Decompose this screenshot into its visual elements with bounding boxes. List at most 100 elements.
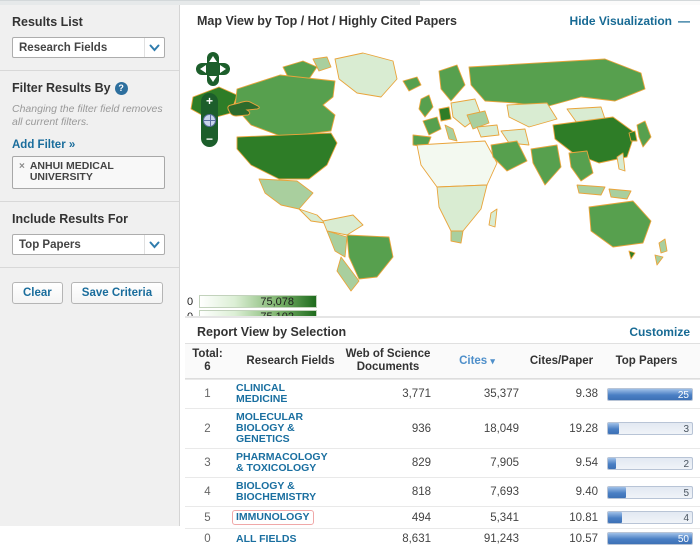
col-cites-sort[interactable]: Cites ▾	[435, 355, 525, 368]
map-pan-compass[interactable]	[195, 51, 231, 87]
row-cites-per-paper: 19.28	[569, 422, 598, 435]
row-cites-per-paper: 9.54	[575, 457, 598, 469]
row-cites: 18,049	[483, 422, 519, 435]
save-criteria-button[interactable]: Save Criteria	[70, 282, 164, 304]
row-cites: 35,377	[483, 388, 519, 400]
cites-sort-link[interactable]: Cites	[459, 355, 487, 367]
row-cites: 91,243	[483, 532, 519, 545]
filter-by-section: Filter Results By? Changing the filter f…	[0, 71, 179, 201]
top-papers-bar: 50	[607, 532, 693, 545]
legend-gradient-bar: 75,078	[199, 295, 317, 308]
include-results-value: Top Papers	[19, 238, 81, 251]
row-cites: 5,341	[490, 511, 519, 524]
field-link[interactable]: ALL FIELDS	[236, 533, 296, 545]
legend-row: 0 75,078	[187, 294, 337, 309]
report-view-title: Report View by Selection	[197, 324, 347, 339]
top-papers-bar-fill	[608, 486, 626, 498]
legend-gradient-bar: 75,102	[199, 310, 317, 316]
top-papers-value: 5	[683, 487, 689, 499]
hide-visualization-label: Hide Visualization	[569, 14, 672, 28]
row-docs: 494	[411, 511, 431, 524]
remove-filter-icon[interactable]: ×	[19, 161, 25, 172]
total-value: 6	[204, 361, 211, 373]
row-cites-per-paper: 9.40	[575, 486, 598, 498]
legend-min-label: 0	[187, 311, 197, 317]
top-papers-bar-fill	[608, 512, 623, 523]
help-icon[interactable]: ?	[114, 81, 128, 95]
row-rank: 1	[204, 388, 211, 400]
col-wos-documents: Web of Science Documents	[345, 348, 431, 373]
table-row: 2 MOLECULAR BIOLOGY & GENETICS 936 18,04…	[185, 408, 700, 448]
row-docs: 3,771	[402, 388, 431, 400]
filter-by-heading-text: Filter Results By	[12, 81, 111, 95]
row-rank: 4	[204, 486, 211, 498]
col-research-fields: Research Fields	[246, 354, 335, 367]
table-row: 5 IMMUNOLOGY 494 5,341 10.81 4	[185, 506, 700, 528]
table-header-row: Total: 6 Research Fields Web of Science …	[185, 343, 700, 379]
active-filter-label: ANHUI MEDICAL UNIVERSITY	[29, 160, 114, 183]
results-table: Total: 6 Research Fields Web of Science …	[185, 343, 700, 548]
customize-link[interactable]: Customize	[629, 325, 690, 339]
top-papers-bar: 25	[607, 387, 693, 401]
col-cites-per-paper: Cites/Paper	[529, 354, 594, 367]
globe-icon[interactable]	[203, 113, 216, 127]
map-controls: + −	[195, 51, 235, 147]
row-cites: 7,693	[490, 486, 519, 498]
top-papers-bar: 2	[607, 456, 693, 470]
row-docs: 8,631	[402, 532, 431, 545]
results-list-section: Results List Research Fields	[0, 5, 179, 70]
choropleth-world-map[interactable]	[185, 45, 700, 293]
row-docs: 818	[411, 486, 431, 498]
table-row: 1 CLINICAL MEDICINE 3,771 35,377 9.38 25	[185, 379, 700, 408]
zoom-in-button[interactable]: +	[206, 95, 213, 107]
active-filter-tag[interactable]: × ANHUI MEDICAL UNIVERSITY	[12, 156, 165, 189]
col-top-papers: Top Papers	[615, 354, 678, 367]
row-cites-per-paper: 9.38	[575, 388, 598, 400]
include-results-select[interactable]: Top Papers	[12, 234, 165, 255]
field-link[interactable]: CLINICAL MEDICINE	[236, 383, 332, 405]
world-map-region[interactable]: + − 0 75,078 0 75,102	[185, 33, 700, 316]
clear-button[interactable]: Clear	[12, 282, 63, 304]
row-rank: 5	[204, 511, 211, 524]
row-rank: 0	[204, 532, 211, 545]
include-results-section: Include Results For Top Papers	[0, 202, 179, 267]
table-body: 1 CLINICAL MEDICINE 3,771 35,377 9.38 25…	[185, 379, 700, 548]
table-row: 0 ALL FIELDS 8,631 91,243 10.57 50	[185, 528, 700, 548]
sort-desc-icon: ▾	[490, 355, 495, 366]
field-link[interactable]: PHARMACOLOGY & TOXICOLOGY	[236, 452, 332, 474]
row-rank: 3	[204, 457, 211, 469]
field-link[interactable]: IMMUNOLOGY	[232, 510, 314, 525]
add-filter-link[interactable]: Add Filter »	[12, 139, 75, 151]
map-zoom-control[interactable]: + −	[201, 93, 218, 147]
field-link[interactable]: MOLECULAR BIOLOGY & GENETICS	[236, 412, 332, 445]
top-papers-bar-fill	[608, 457, 616, 469]
map-panel-header: Map View by Top / Hot / Highly Cited Pap…	[185, 5, 700, 33]
map-view-title: Map View by Top / Hot / Highly Cited Pap…	[197, 14, 457, 28]
total-label: Total:	[192, 348, 223, 360]
field-link[interactable]: BIOLOGY & BIOCHEMISTRY	[236, 481, 332, 503]
top-papers-value: 3	[683, 424, 689, 435]
top-papers-bar: 5	[607, 485, 693, 499]
zoom-out-button[interactable]: −	[206, 133, 213, 145]
top-papers-bar: 3	[607, 422, 693, 435]
top-papers-value: 25	[677, 389, 689, 401]
results-list-value: Research Fields	[19, 41, 108, 54]
top-papers-value: 50	[677, 534, 689, 545]
hide-visualization-link[interactable]: Hide Visualization —	[570, 14, 690, 28]
chevron-down-icon[interactable]	[144, 38, 164, 57]
results-list-select[interactable]: Research Fields	[12, 37, 165, 58]
legend-max-label: 75,102	[260, 311, 294, 316]
map-legend: 0 75,078 0 75,102	[187, 294, 337, 316]
chevron-down-icon[interactable]	[144, 235, 164, 254]
row-cites-per-paper: 10.81	[569, 511, 598, 524]
filters-sidebar: Results List Research Fields Filter Resu…	[0, 5, 180, 526]
report-header: Report View by Selection Customize	[185, 318, 700, 343]
legend-min-label: 0	[187, 295, 194, 308]
row-cites: 7,905	[490, 457, 519, 469]
results-list-heading: Results List	[12, 15, 83, 29]
row-cites-per-paper: 10.57	[569, 532, 598, 545]
filter-by-heading: Filter Results By?	[12, 81, 165, 95]
include-results-heading: Include Results For	[12, 212, 128, 226]
total-count: Total: 6	[185, 348, 230, 374]
sidebar-buttons: Clear Save Criteria	[0, 268, 179, 318]
